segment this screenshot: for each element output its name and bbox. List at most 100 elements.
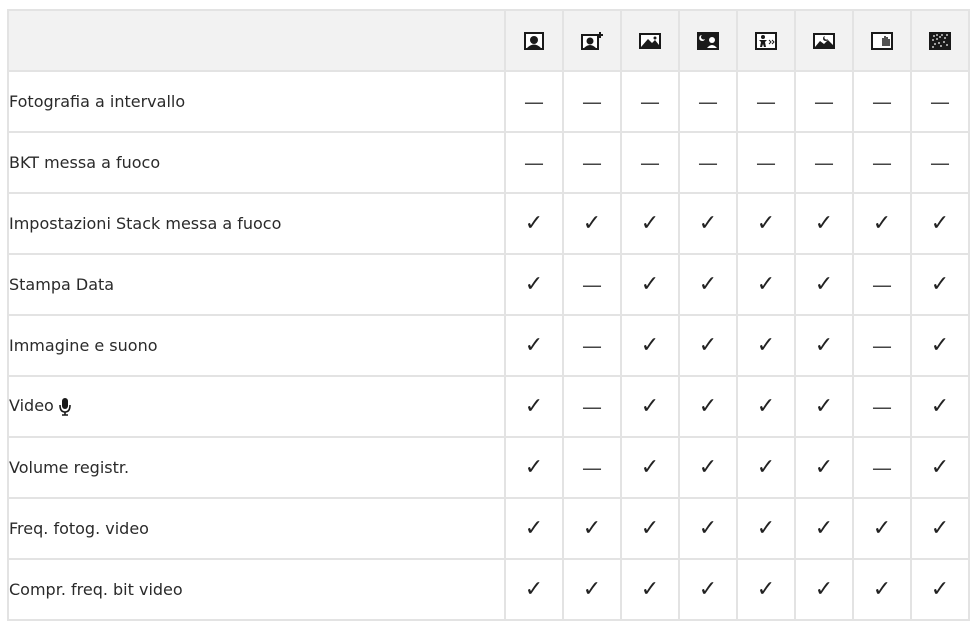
table-row: Volume registr. ✓ — ✓ ✓ ✓ ✓ — ✓ <box>7 436 970 499</box>
supported-checkmark: ✓ <box>562 192 622 255</box>
row-label-cell: Video <box>7 375 506 438</box>
not-supported-dash: — <box>620 131 680 194</box>
not-supported-dash: — <box>736 70 796 133</box>
children-sports-mode-icon <box>755 31 777 50</box>
supported-checkmark: ✓ <box>504 314 564 377</box>
mode-header-e-portrait <box>562 9 622 72</box>
supported-checkmark: ✓ <box>910 436 970 499</box>
header-label-cell <box>7 9 506 72</box>
supported-checkmark: ✓ <box>678 497 738 560</box>
mode-header-night-portrait <box>678 9 738 72</box>
row-label-cell: Fotografia a intervallo <box>7 70 506 133</box>
handheld-night-mode-icon <box>871 31 893 50</box>
feature-label: BKT messa a fuoco <box>9 153 161 172</box>
not-supported-dash: — <box>562 70 622 133</box>
supported-checkmark: ✓ <box>678 192 738 255</box>
not-supported-dash: — <box>678 70 738 133</box>
supported-checkmark: ✓ <box>678 558 738 621</box>
supported-checkmark: ✓ <box>910 314 970 377</box>
table-body: Fotografia a intervallo — — — — — — — — BKT messa… <box>7 70 970 621</box>
supported-checkmark: ✓ <box>736 314 796 377</box>
supported-checkmark: ✓ <box>504 497 564 560</box>
fireworks-mode-icon <box>929 31 951 50</box>
landscape-mode-icon <box>639 33 661 50</box>
mode-header-fireworks <box>910 9 970 72</box>
mode-header-portrait <box>504 9 564 72</box>
supported-checkmark: ✓ <box>794 375 854 438</box>
not-supported-dash: — <box>504 131 564 194</box>
supported-checkmark: ✓ <box>910 192 970 255</box>
not-supported-dash: — <box>852 436 912 499</box>
supported-checkmark: ✓ <box>620 436 680 499</box>
not-supported-dash: — <box>794 70 854 133</box>
not-supported-dash: — <box>852 131 912 194</box>
supported-checkmark: ✓ <box>504 558 564 621</box>
row-label-cell: Freq. fotog. video <box>7 497 506 560</box>
night-scene-mode-icon <box>813 33 835 50</box>
supported-checkmark: ✓ <box>620 314 680 377</box>
supported-checkmark: ✓ <box>620 558 680 621</box>
row-label-cell: Immagine e suono <box>7 314 506 377</box>
supported-checkmark: ✓ <box>504 436 564 499</box>
scene-mode-compatibility-table: Fotografia a intervallo — — — — — — — — BKT messa… <box>7 9 970 621</box>
row-label-cell: Stampa Data <box>7 253 506 316</box>
feature-label: Compr. freq. bit video <box>9 580 183 599</box>
feature-label: Freq. fotog. video <box>9 519 149 538</box>
microphone-icon <box>59 397 71 416</box>
supported-checkmark: ✓ <box>794 192 854 255</box>
header-row <box>7 9 970 72</box>
mode-header-night-scene <box>794 9 854 72</box>
not-supported-dash: — <box>562 436 622 499</box>
table-row: Freq. fotog. video ✓ ✓ ✓ ✓ ✓ ✓ ✓ ✓ <box>7 497 970 560</box>
supported-checkmark: ✓ <box>736 192 796 255</box>
not-supported-dash: — <box>736 131 796 194</box>
not-supported-dash: — <box>562 131 622 194</box>
supported-checkmark: ✓ <box>678 375 738 438</box>
not-supported-dash: — <box>852 253 912 316</box>
row-label-cell: Compr. freq. bit video <box>7 558 506 621</box>
mode-header-landscape <box>620 9 680 72</box>
supported-checkmark: ✓ <box>678 314 738 377</box>
not-supported-dash: — <box>794 131 854 194</box>
mode-header-children <box>736 9 796 72</box>
not-supported-dash: — <box>852 70 912 133</box>
table-row: Compr. freq. bit video ✓ ✓ ✓ ✓ ✓ ✓ ✓ ✓ <box>7 558 970 621</box>
table-row: Stampa Data ✓ — ✓ ✓ ✓ ✓ — ✓ <box>7 253 970 316</box>
feature-label: Fotografia a intervallo <box>9 92 186 111</box>
supported-checkmark: ✓ <box>620 375 680 438</box>
supported-checkmark: ✓ <box>794 558 854 621</box>
row-label-cell: Volume registr. <box>7 436 506 499</box>
supported-checkmark: ✓ <box>794 497 854 560</box>
supported-checkmark: ✓ <box>910 253 970 316</box>
supported-checkmark: ✓ <box>794 314 854 377</box>
supported-checkmark: ✓ <box>504 253 564 316</box>
supported-checkmark: ✓ <box>852 497 912 560</box>
supported-checkmark: ✓ <box>910 375 970 438</box>
supported-checkmark: ✓ <box>736 558 796 621</box>
feature-label: Immagine e suono <box>9 336 158 355</box>
row-label-cell: Impostazioni Stack messa a fuoco <box>7 192 506 255</box>
night-portrait-mode-icon <box>697 31 719 50</box>
e-portrait-mode-icon <box>581 31 603 50</box>
supported-checkmark: ✓ <box>620 253 680 316</box>
not-supported-dash: — <box>852 375 912 438</box>
not-supported-dash: — <box>910 70 970 133</box>
not-supported-dash: — <box>562 253 622 316</box>
portrait-mode-icon <box>524 31 544 50</box>
supported-checkmark: ✓ <box>736 253 796 316</box>
supported-checkmark: ✓ <box>910 558 970 621</box>
not-supported-dash: — <box>852 314 912 377</box>
feature-label: Stampa Data <box>9 275 115 294</box>
supported-checkmark: ✓ <box>620 497 680 560</box>
mode-header-handheld-night <box>852 9 912 72</box>
supported-checkmark: ✓ <box>910 497 970 560</box>
not-supported-dash: — <box>678 131 738 194</box>
table-row: BKT messa a fuoco — — — — — — — — <box>7 131 970 194</box>
supported-checkmark: ✓ <box>736 497 796 560</box>
not-supported-dash: — <box>620 70 680 133</box>
feature-label: Video <box>9 396 54 416</box>
feature-label: Volume registr. <box>9 458 130 477</box>
row-label-cell: BKT messa a fuoco <box>7 131 506 194</box>
supported-checkmark: ✓ <box>504 192 564 255</box>
supported-checkmark: ✓ <box>620 192 680 255</box>
